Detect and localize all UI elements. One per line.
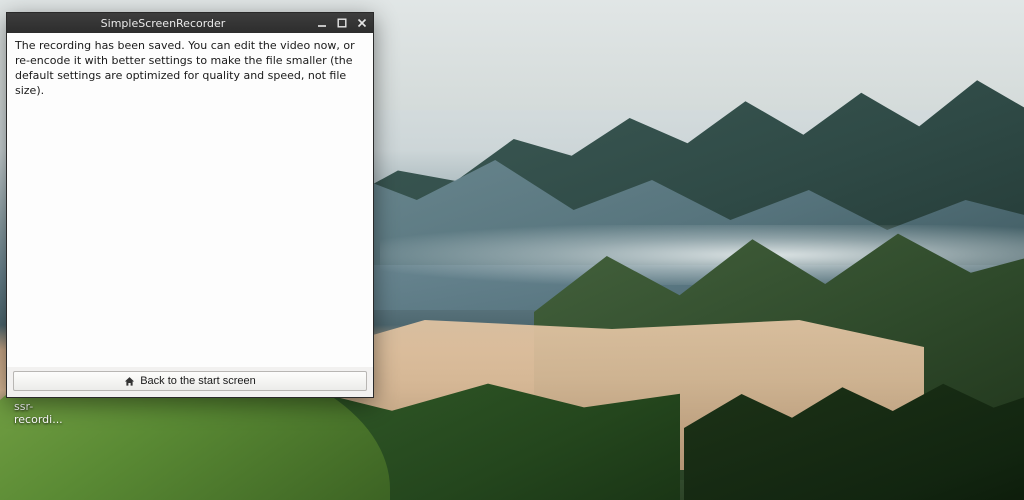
window-titlebar[interactable]: SimpleScreenRecorder bbox=[7, 13, 373, 33]
window-body: The recording has been saved. You can ed… bbox=[7, 33, 373, 367]
close-icon bbox=[357, 18, 367, 28]
desktop-file-item[interactable]: ssr-recordi... bbox=[14, 400, 74, 426]
desktop-file-label: ssr-recordi... bbox=[14, 400, 63, 426]
back-button-label: Back to the start screen bbox=[140, 375, 256, 387]
home-icon bbox=[124, 376, 135, 387]
window-minimize-button[interactable] bbox=[315, 16, 329, 30]
minimize-icon bbox=[317, 18, 327, 28]
window-footer: Back to the start screen bbox=[7, 367, 373, 397]
window-title: SimpleScreenRecorder bbox=[11, 17, 315, 30]
app-window: SimpleScreenRecorder The recording has b… bbox=[6, 12, 374, 398]
back-to-start-button[interactable]: Back to the start screen bbox=[13, 371, 367, 391]
maximize-icon bbox=[337, 18, 347, 28]
window-maximize-button[interactable] bbox=[335, 16, 349, 30]
window-controls bbox=[315, 16, 369, 30]
window-close-button[interactable] bbox=[355, 16, 369, 30]
recording-saved-message: The recording has been saved. You can ed… bbox=[15, 39, 365, 98]
